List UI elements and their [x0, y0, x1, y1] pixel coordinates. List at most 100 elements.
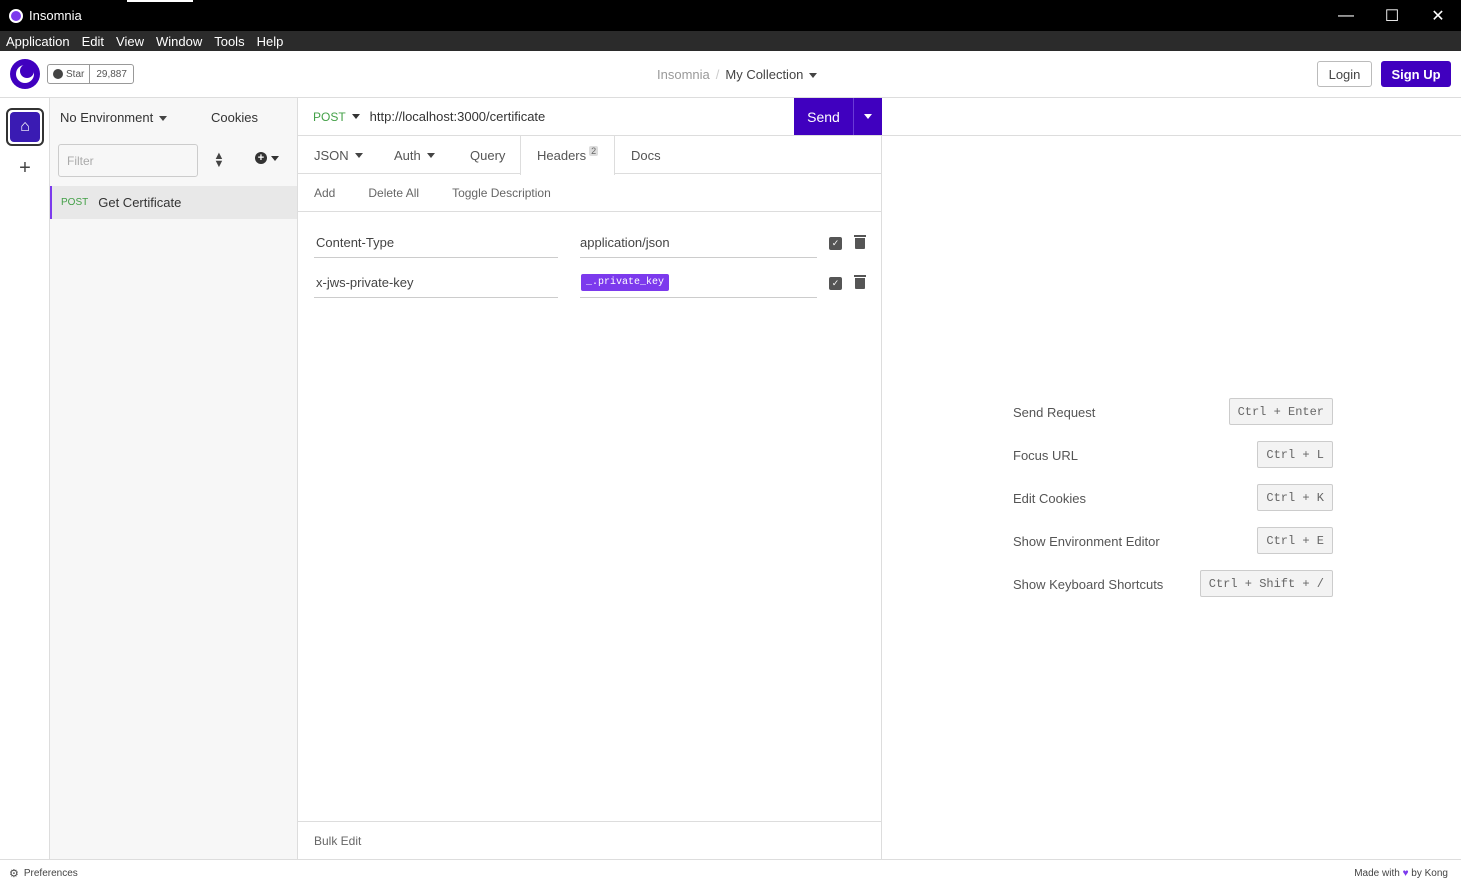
- github-icon: [53, 69, 63, 79]
- tab-headers-label: Headers: [537, 148, 587, 163]
- title-bar: Insomnia — ☐ ✕: [0, 0, 1461, 31]
- shortcut-key: Ctrl + Enter: [1228, 398, 1333, 425]
- header-value-field[interactable]: _.private_key: [580, 268, 817, 298]
- header-name-field[interactable]: Content-Type: [314, 228, 558, 258]
- tab-docs[interactable]: Docs: [631, 136, 661, 174]
- github-star-button[interactable]: Star 29,887: [47, 64, 134, 84]
- menu-application[interactable]: Application: [0, 34, 76, 49]
- toggle-description-button[interactable]: Toggle Description: [452, 186, 551, 200]
- minimize-button[interactable]: —: [1323, 0, 1369, 31]
- menu-window[interactable]: Window: [150, 34, 208, 49]
- request-tabs: JSON Auth Query Headers 2 Docs: [298, 136, 881, 175]
- shortcut-label: Edit Cookies: [1013, 491, 1086, 506]
- home-button[interactable]: ⌂: [6, 108, 44, 146]
- chevron-down-icon: [271, 155, 279, 161]
- headers-count-badge: 2: [589, 145, 599, 156]
- maximize-button[interactable]: ☐: [1369, 0, 1415, 31]
- list-item[interactable]: POST Get Certificate: [50, 186, 297, 219]
- method-label: POST: [313, 109, 346, 124]
- add-header-button[interactable]: Add: [314, 186, 335, 200]
- left-rail: ⌂ +: [0, 98, 50, 859]
- menu-edit[interactable]: Edit: [76, 34, 110, 49]
- made-with-label: Made with: [1354, 868, 1400, 879]
- insomnia-logo-icon[interactable]: [10, 59, 40, 89]
- signup-button[interactable]: Sign Up: [1381, 61, 1451, 87]
- shortcut-row: Focus URL Ctrl + L: [1013, 441, 1333, 469]
- close-button[interactable]: ✕: [1415, 0, 1461, 31]
- shortcut-key: Ctrl + L: [1257, 441, 1333, 468]
- tab-query[interactable]: Query: [470, 136, 505, 174]
- delete-all-button[interactable]: Delete All: [368, 186, 419, 200]
- home-icon: ⌂: [10, 112, 40, 142]
- menu-bar: Application Edit View Window Tools Help: [0, 31, 1461, 51]
- made-with-kong[interactable]: Made with ♥ by Kong: [1354, 868, 1448, 879]
- checkbox-icon[interactable]: ✓: [829, 277, 842, 290]
- request-method: POST: [61, 197, 89, 208]
- chevron-down-icon: [426, 152, 435, 158]
- request-name: Get Certificate: [98, 195, 182, 210]
- breadcrumb: Insomnia / My Collection: [657, 67, 818, 82]
- sidebar: No Environment Cookies ▲▼ + POST Get Cer…: [50, 98, 298, 859]
- preferences-button[interactable]: ⚙ Preferences: [9, 867, 78, 880]
- cookies-button[interactable]: Cookies: [211, 110, 258, 125]
- status-bar: ⚙ Preferences Made with ♥ by Kong: [0, 859, 1461, 886]
- send-options-button[interactable]: [853, 98, 882, 135]
- breadcrumb-app[interactable]: Insomnia: [657, 67, 710, 82]
- bulk-edit-button[interactable]: Bulk Edit: [314, 834, 361, 848]
- add-request-button[interactable]: +: [255, 152, 279, 164]
- request-pane: POST http://localhost:3000/certificate S…: [298, 98, 882, 859]
- environment-select[interactable]: No Environment: [60, 110, 168, 125]
- url-input[interactable]: http://localhost:3000/certificate: [370, 109, 546, 124]
- headers-actions: Add Delete All Toggle Description: [298, 174, 881, 212]
- menu-help[interactable]: Help: [251, 34, 290, 49]
- chevron-down-icon: [351, 114, 360, 119]
- header-row: x-jws-private-key _.private_key ✓: [314, 268, 874, 298]
- shortcut-key: Ctrl + E: [1257, 527, 1333, 554]
- checkbox-icon[interactable]: ✓: [829, 237, 842, 250]
- tab-auth-label: Auth: [394, 147, 421, 163]
- trash-icon[interactable]: [854, 235, 866, 250]
- login-button[interactable]: Login: [1317, 61, 1372, 87]
- header-name-field[interactable]: x-jws-private-key: [314, 268, 558, 298]
- shortcut-key: Ctrl + Shift + /: [1199, 570, 1333, 597]
- breadcrumb-collection[interactable]: My Collection: [725, 67, 818, 82]
- method-select[interactable]: POST: [313, 110, 360, 124]
- tab-body[interactable]: JSON: [314, 136, 363, 174]
- trash-icon[interactable]: [854, 275, 866, 290]
- header-value-field[interactable]: application/json: [580, 228, 817, 258]
- shortcut-label: Send Request: [1013, 405, 1096, 420]
- preferences-label: Preferences: [23, 867, 78, 879]
- send-button[interactable]: Send: [794, 98, 853, 135]
- menu-tools[interactable]: Tools: [208, 34, 250, 49]
- shortcut-key: Ctrl + K: [1257, 484, 1333, 511]
- title-tab-indicator: [127, 0, 193, 2]
- window-controls: — ☐ ✕: [1323, 0, 1461, 31]
- chevron-down-icon: [354, 152, 363, 158]
- response-pane: Send Request Ctrl + Enter Focus URL Ctrl…: [882, 98, 1461, 859]
- gear-icon: ⚙: [9, 867, 19, 880]
- add-circle-icon: +: [255, 152, 267, 164]
- divider: [882, 135, 1461, 136]
- shortcut-row: Edit Cookies Ctrl + K: [1013, 484, 1333, 512]
- filter-input[interactable]: [58, 144, 198, 177]
- sort-icon[interactable]: ▲ ▼: [212, 151, 226, 170]
- shortcut-row: Send Request Ctrl + Enter: [1013, 398, 1333, 426]
- heart-icon: ♥: [1402, 868, 1409, 879]
- window-title: Insomnia: [29, 8, 82, 23]
- shortcut-label: Focus URL: [1013, 448, 1079, 463]
- environment-label: No Environment: [60, 110, 154, 125]
- tab-auth[interactable]: Auth: [394, 136, 435, 174]
- chevron-down-icon: [864, 114, 872, 119]
- shortcut-label: Show Environment Editor: [1013, 534, 1160, 549]
- menu-view[interactable]: View: [110, 34, 150, 49]
- collection-name: My Collection: [725, 67, 804, 82]
- tab-headers[interactable]: Headers 2: [520, 136, 616, 175]
- star-count: 29,887: [96, 68, 127, 80]
- plus-icon[interactable]: +: [15, 158, 35, 178]
- shortcut-row: Show Keyboard Shortcuts Ctrl + Shift + /: [1013, 570, 1333, 598]
- by-kong-label: by Kong: [1411, 868, 1448, 879]
- insomnia-logo-icon: [9, 8, 23, 23]
- variable-tag[interactable]: _.private_key: [581, 274, 670, 291]
- breadcrumb-separator: /: [715, 67, 720, 82]
- star-label: Star: [66, 68, 85, 80]
